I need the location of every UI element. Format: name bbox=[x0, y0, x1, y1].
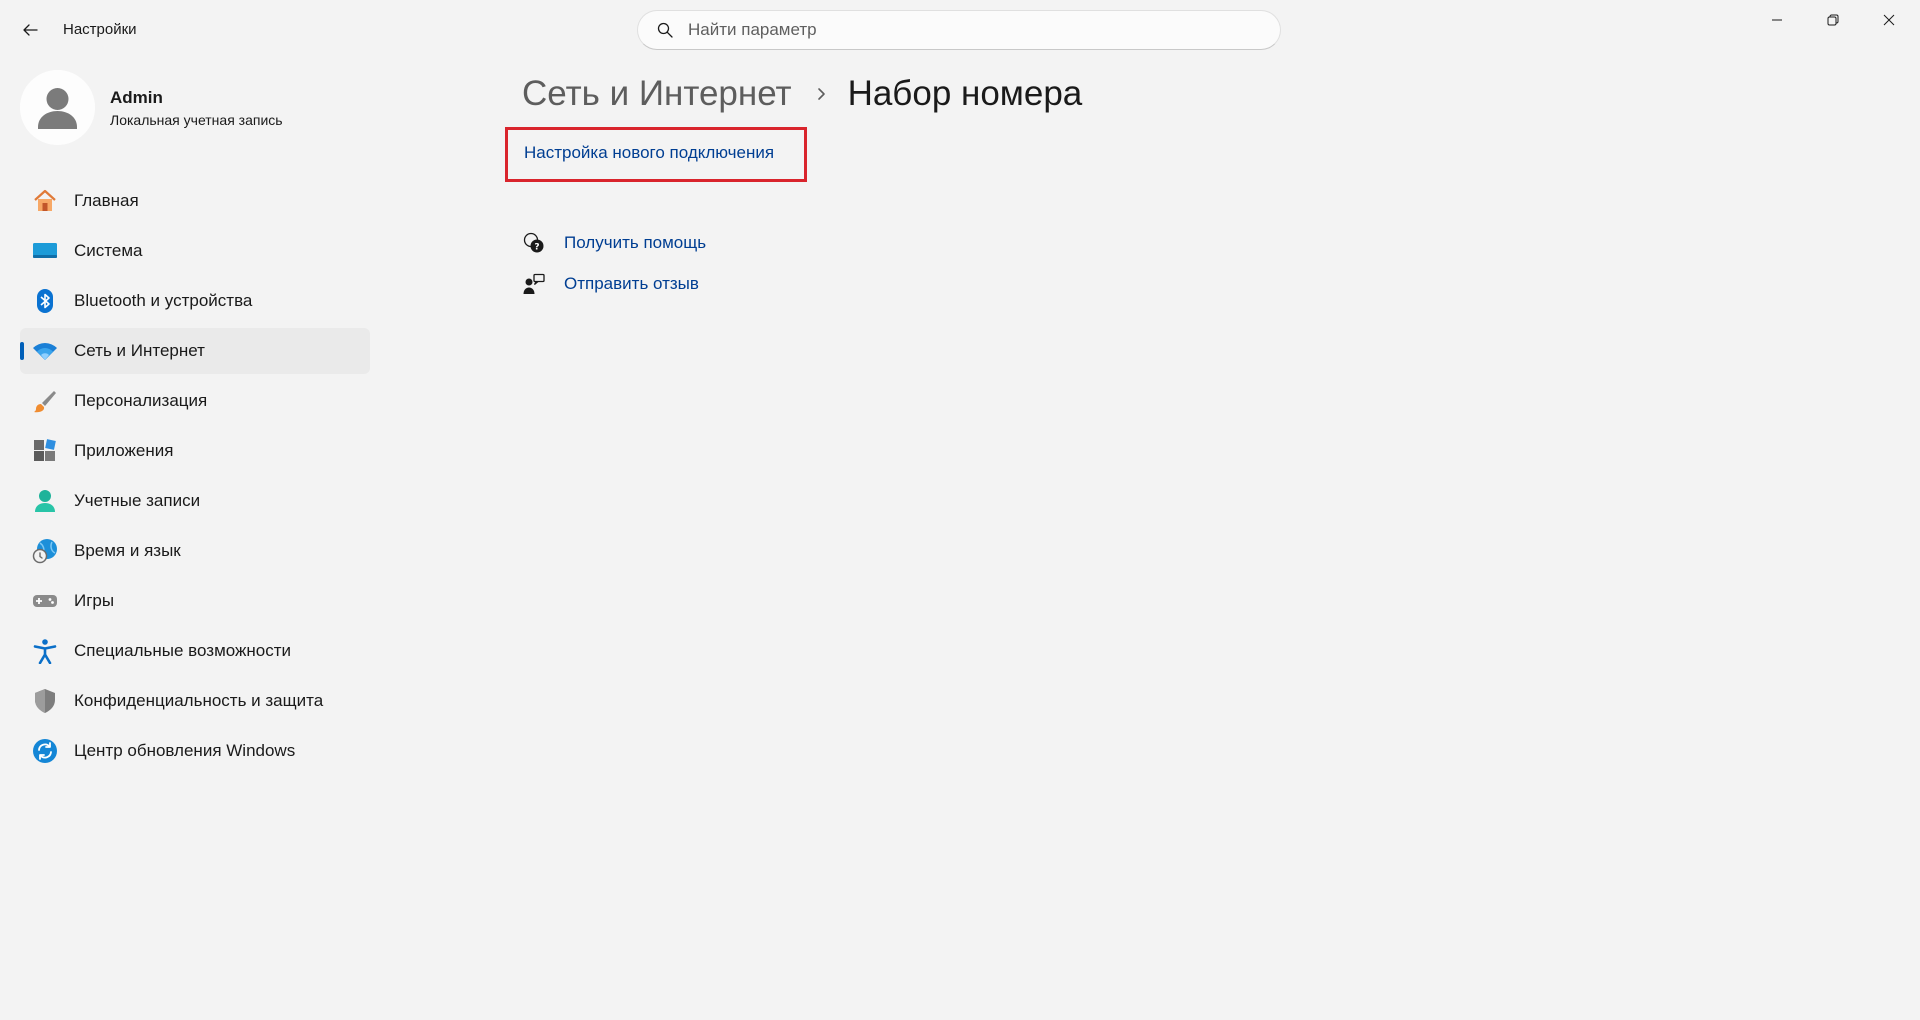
sidebar-item-apps[interactable]: Приложения bbox=[20, 428, 370, 474]
svg-text:?: ? bbox=[534, 243, 539, 253]
sidebar-item-label: Система bbox=[74, 241, 143, 260]
system-icon bbox=[32, 238, 58, 264]
home-icon bbox=[32, 188, 58, 214]
brush-icon bbox=[32, 388, 58, 414]
sidebar-item-label: Персонализация bbox=[74, 391, 208, 410]
new-connection-link[interactable]: Настройка нового подключения bbox=[524, 143, 774, 163]
sidebar-item-gaming[interactable]: Игры bbox=[20, 578, 370, 624]
search-box[interactable] bbox=[637, 10, 1281, 50]
sidebar-item-accessibility[interactable]: Специальные возможности bbox=[20, 628, 370, 674]
restore-icon bbox=[1827, 14, 1839, 26]
close-icon bbox=[1883, 14, 1895, 26]
back-arrow-icon bbox=[23, 24, 38, 36]
send-feedback-link[interactable]: Отправить отзыв bbox=[564, 274, 699, 294]
breadcrumb-parent[interactable]: Сеть и Интернет bbox=[522, 74, 792, 114]
bluetooth-icon bbox=[32, 288, 58, 314]
user-name: Admin bbox=[110, 88, 163, 107]
sidebar-item-home[interactable]: Главная bbox=[20, 178, 370, 224]
account-type: Локальная учетная запись bbox=[110, 112, 283, 128]
sidebar-item-label: Сеть и Интернет bbox=[74, 341, 205, 360]
close-button[interactable] bbox=[1861, 0, 1917, 40]
shield-icon bbox=[32, 688, 58, 714]
sidebar-item-label: Bluetooth и устройства bbox=[74, 291, 253, 310]
back-button[interactable] bbox=[16, 16, 44, 44]
feedback-icon bbox=[522, 272, 546, 296]
title-bar: Настройки bbox=[0, 0, 1920, 60]
app-title: Настройки bbox=[63, 21, 137, 38]
sidebar-item-label: Центр обновления Windows bbox=[74, 741, 296, 760]
sidebar-item-label: Конфиденциальность и защита bbox=[74, 691, 324, 710]
sidebar-item-label: Игры bbox=[74, 591, 115, 610]
accounts-icon bbox=[32, 488, 58, 514]
sidebar-item-accounts[interactable]: Учетные записи bbox=[20, 478, 370, 524]
help-chat-icon: ? bbox=[522, 231, 546, 255]
sidebar-item-label: Специальные возможности bbox=[74, 641, 292, 660]
search-icon bbox=[655, 20, 675, 40]
sidebar-item-label: Время и язык bbox=[74, 541, 181, 560]
accessibility-icon bbox=[32, 638, 58, 664]
wifi-icon bbox=[32, 338, 58, 364]
page-title: Набор номера bbox=[847, 74, 1083, 113]
gamepad-icon bbox=[32, 588, 58, 614]
sidebar-item-time-language[interactable]: Время и язык bbox=[20, 528, 370, 574]
sidebar-item-system[interactable]: Система bbox=[20, 228, 370, 274]
chevron-right-icon bbox=[816, 87, 828, 101]
restore-button[interactable] bbox=[1805, 0, 1861, 40]
apps-icon bbox=[32, 438, 58, 464]
search-input[interactable] bbox=[688, 20, 1248, 40]
send-feedback-row: Отправить отзыв bbox=[522, 269, 699, 299]
sidebar-item-network[interactable]: Сеть и Интернет bbox=[20, 328, 370, 374]
sidebar-item-personalization[interactable]: Персонализация bbox=[20, 378, 370, 424]
sidebar-nav: Главная Система Bluetooth и устройства С… bbox=[20, 178, 370, 778]
minimize-icon bbox=[1772, 19, 1782, 21]
breadcrumb: Сеть и Интернет Набор номера bbox=[522, 70, 1082, 118]
minimize-button[interactable] bbox=[1749, 0, 1805, 40]
get-help-link[interactable]: Получить помощь bbox=[564, 233, 706, 253]
sidebar-item-label: Приложения bbox=[74, 441, 174, 460]
get-help-row: ? Получить помощь bbox=[522, 228, 706, 258]
user-avatar-icon bbox=[20, 70, 95, 145]
active-indicator bbox=[20, 342, 24, 360]
sidebar-item-bluetooth[interactable]: Bluetooth и устройства bbox=[20, 278, 370, 324]
sidebar-item-label: Учетные записи bbox=[74, 491, 201, 510]
sidebar-item-windows-update[interactable]: Центр обновления Windows bbox=[20, 728, 370, 774]
avatar[interactable] bbox=[20, 70, 95, 145]
update-icon bbox=[32, 738, 58, 764]
sidebar-item-privacy[interactable]: Конфиденциальность и защита bbox=[20, 678, 370, 724]
sidebar-item-label: Главная bbox=[74, 191, 139, 210]
time-language-icon bbox=[32, 538, 58, 564]
